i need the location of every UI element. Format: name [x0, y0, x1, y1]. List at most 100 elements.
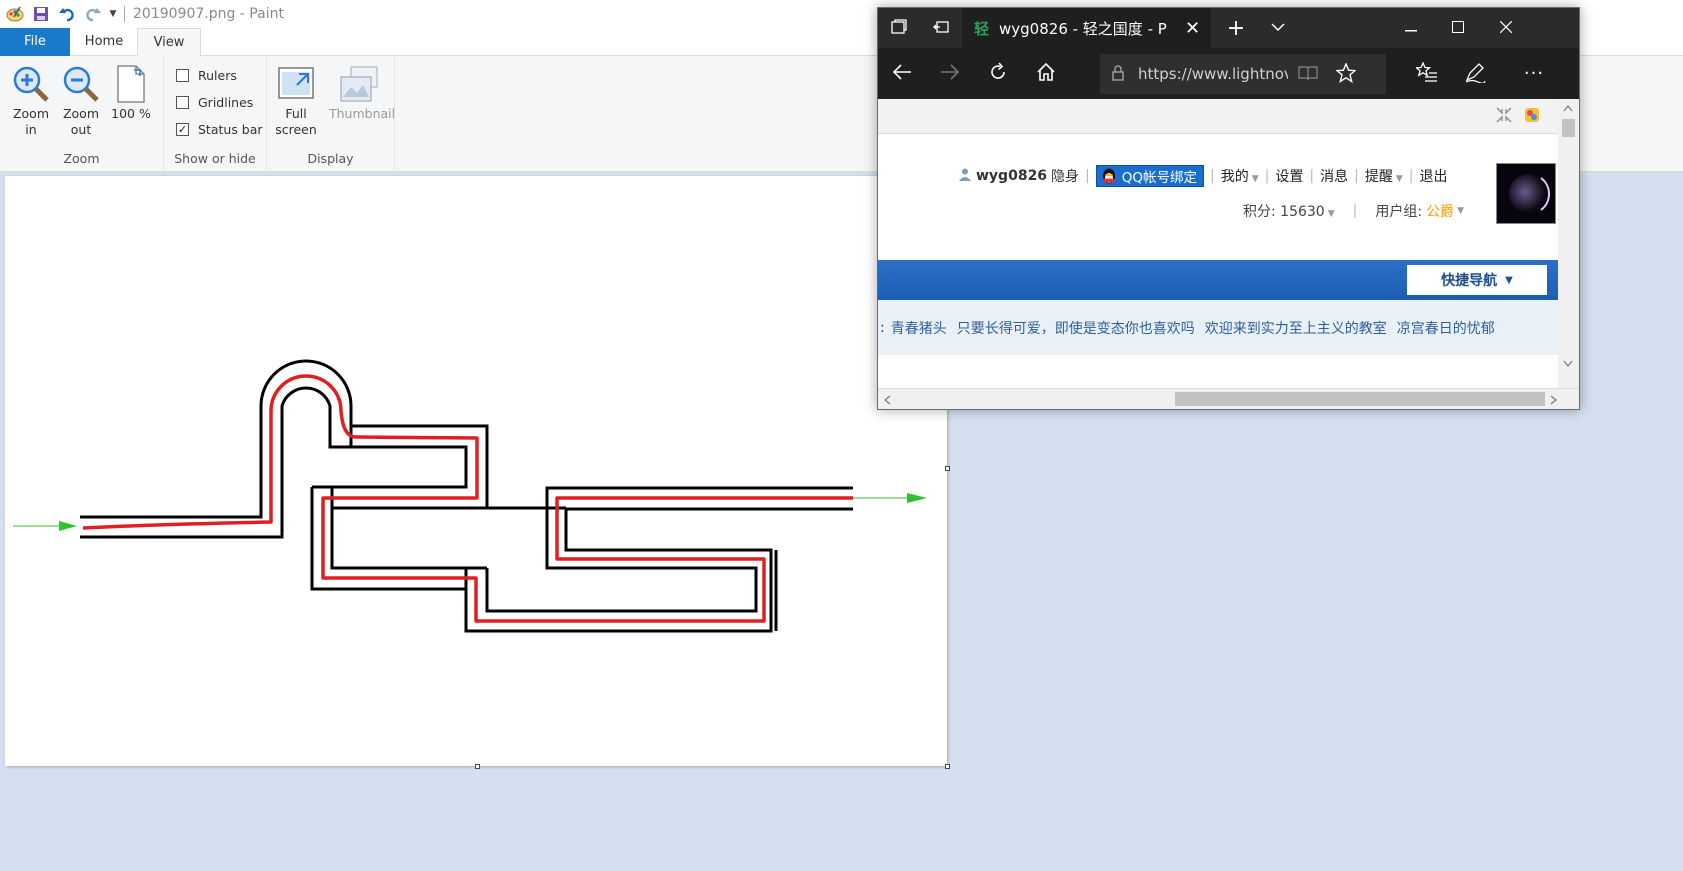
refresh-icon: [988, 62, 1008, 85]
scroll-down-icon[interactable]: [1563, 357, 1573, 371]
group-value-link[interactable]: 公爵: [1426, 201, 1454, 221]
color-icon[interactable]: [1524, 107, 1540, 126]
score-row: 积分: 15630 ▼ | 用户组: 公爵 ▼: [1243, 201, 1464, 221]
caret-down-icon: ▼: [1395, 174, 1403, 184]
save-icon[interactable]: [30, 3, 52, 25]
favorites-button[interactable]: [1403, 48, 1451, 99]
separator: |: [1264, 168, 1270, 184]
featured-links: : 青春猪头 只要长得可爱，即使是变态你也喜欢吗 欢迎来到实力至上主义的教室 凉…: [878, 300, 1558, 355]
paint-canvas[interactable]: [5, 176, 950, 769]
minimize-icon: [1405, 21, 1417, 35]
full-screen-button[interactable]: Full screen: [273, 62, 319, 138]
scroll-up-icon[interactable]: [1563, 101, 1573, 115]
edge-window: 轻 wyg0826 - 轻之国度 - P ✕ + https://www.lig…: [877, 7, 1580, 410]
home-icon: [1036, 62, 1056, 85]
notes-button[interactable]: [1451, 48, 1499, 99]
shrink-icon[interactable]: [1496, 107, 1512, 126]
horizontal-scrollbar[interactable]: [878, 388, 1579, 409]
resize-handle-bottom[interactable]: [475, 764, 480, 769]
edge-toolbar: https://www.lightnov ···: [878, 48, 1579, 99]
browser-tab[interactable]: 轻 wyg0826 - 轻之国度 - P ✕: [962, 8, 1211, 48]
close-window-button[interactable]: [1482, 8, 1530, 48]
resize-handle-corner[interactable]: [945, 764, 950, 769]
nav-reminders-link[interactable]: 提醒 ▼: [1365, 166, 1403, 186]
avatar[interactable]: [1496, 163, 1556, 224]
status-bar-checkbox-box[interactable]: ✓: [176, 123, 189, 136]
address-bar[interactable]: https://www.lightnov: [1100, 54, 1386, 94]
vertical-scroll-thumb[interactable]: [1562, 119, 1575, 137]
arrow-left-icon: [892, 63, 912, 84]
tabs-icon: [890, 18, 908, 39]
separator: |: [1210, 168, 1215, 184]
window-title: 20190907.png - Paint: [133, 6, 284, 22]
redo-icon[interactable]: [82, 3, 104, 25]
zoom-out-button[interactable]: Zoom out: [58, 62, 104, 138]
maximize-button[interactable]: [1435, 8, 1481, 48]
address-text[interactable]: https://www.lightnov: [1138, 65, 1288, 83]
new-tab-button[interactable]: +: [1214, 8, 1258, 48]
nav-settings-link[interactable]: 设置: [1275, 166, 1303, 186]
score-link[interactable]: 积分: 15630 ▼: [1243, 201, 1335, 221]
separator: |: [1309, 168, 1315, 184]
invisible-link[interactable]: 隐身: [1051, 166, 1079, 186]
chevron-down-icon[interactable]: ▼: [108, 3, 118, 25]
paint-app-icon[interactable]: [4, 3, 26, 25]
featured-link[interactable]: 青春猪头: [891, 318, 947, 338]
forward-button[interactable]: [926, 48, 974, 99]
more-button[interactable]: ···: [1508, 48, 1560, 99]
username-link[interactable]: wyg0826: [976, 168, 1047, 184]
set-tabs-aside-button[interactable]: [920, 8, 962, 48]
tab-view[interactable]: View: [137, 28, 201, 57]
close-tab-icon[interactable]: ✕: [1185, 18, 1200, 39]
hundred-percent-button[interactable]: 100 %: [108, 62, 154, 122]
home-button[interactable]: [1022, 48, 1070, 99]
horizontal-scroll-thumb[interactable]: [1175, 392, 1545, 406]
featured-link[interactable]: 凉宫春日的忧郁: [1397, 318, 1495, 338]
separator: |: [1352, 203, 1358, 219]
qq-penguin-icon: [1100, 167, 1118, 185]
tab-manager-button[interactable]: [878, 8, 920, 48]
caret-down-icon[interactable]: ▼: [1457, 206, 1464, 216]
zoom-group-label: Zoom: [63, 151, 100, 166]
rulers-label: Rulers: [198, 68, 237, 83]
gridlines-checkbox[interactable]: Gridlines: [176, 95, 253, 110]
close-icon: [1499, 20, 1513, 36]
nav-mine-label: 我的: [1220, 169, 1249, 185]
site-favicon-icon: 轻: [974, 19, 990, 38]
zoom-out-label: Zoom out: [62, 106, 100, 137]
qq-bind-button[interactable]: QQ帐号绑定: [1095, 165, 1205, 187]
featured-link[interactable]: 只要长得可爱，即使是变态你也喜欢吗: [957, 318, 1195, 338]
back-button[interactable]: [878, 48, 926, 99]
nav-reminders-label: 提醒: [1364, 169, 1393, 185]
undo-icon[interactable]: [56, 3, 78, 25]
caret-down-icon: ▼: [1505, 274, 1513, 286]
zoom-in-button[interactable]: Zoom in: [8, 62, 54, 138]
gridlines-checkbox-box[interactable]: [176, 96, 189, 109]
quick-nav-button[interactable]: 快捷导航 ▼: [1407, 265, 1547, 295]
minimize-button[interactable]: [1388, 8, 1434, 48]
zoom-out-icon: [58, 62, 104, 106]
nav-messages-link[interactable]: 消息: [1320, 166, 1348, 186]
resize-handle-right[interactable]: [945, 466, 950, 471]
thumbnail-button[interactable]: Thumbnail: [329, 62, 395, 122]
quick-nav-label: 快捷导航: [1441, 273, 1498, 289]
rulers-checkbox[interactable]: Rulers: [176, 68, 237, 83]
display-group-label: Display: [307, 151, 354, 166]
nav-mine-link[interactable]: 我的 ▼: [1221, 166, 1259, 186]
tab-home[interactable]: Home: [72, 28, 136, 56]
tab-list-button[interactable]: [1258, 8, 1298, 48]
star-icon[interactable]: [1335, 61, 1357, 86]
reading-view-icon[interactable]: [1298, 65, 1318, 84]
status-bar-label: Status bar: [198, 122, 263, 137]
status-bar-checkbox[interactable]: ✓ Status bar: [176, 122, 263, 137]
maximize-icon: [1452, 20, 1464, 36]
nav-logout-link[interactable]: 退出: [1419, 166, 1447, 186]
vertical-scrollbar[interactable]: [1558, 99, 1579, 389]
scroll-right-icon[interactable]: [1550, 394, 1558, 408]
gridlines-label: Gridlines: [198, 95, 254, 110]
rulers-checkbox-box[interactable]: [176, 69, 189, 82]
refresh-button[interactable]: [974, 48, 1022, 99]
featured-link[interactable]: 欢迎来到实力至上主义的教室: [1205, 318, 1387, 338]
tab-file[interactable]: File: [0, 28, 70, 56]
scroll-left-icon[interactable]: [883, 394, 891, 408]
